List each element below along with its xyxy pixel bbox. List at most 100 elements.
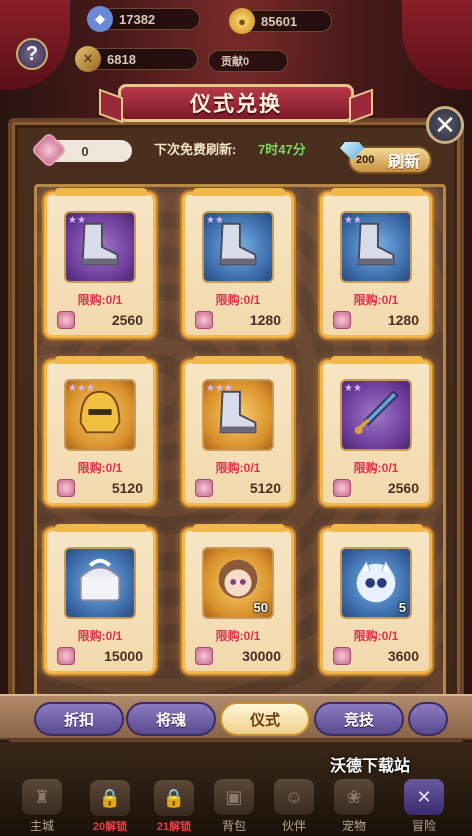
nav-locked-21-label: 21解锁 bbox=[156, 821, 192, 833]
shop-item-card[interactable]: 50 限购:0/1 30000 bbox=[182, 524, 294, 674]
refresh-button-label: 刷新 bbox=[387, 154, 420, 171]
lock-icon: 🔒 bbox=[154, 780, 194, 816]
tab-arena[interactable]: 竞技 bbox=[314, 702, 404, 736]
item-icon-frame: ★★ bbox=[340, 379, 412, 451]
item-level-badge: 5 bbox=[398, 600, 406, 615]
tab-more[interactable] bbox=[408, 702, 448, 736]
tab-discount[interactable]: 折扣 bbox=[34, 702, 124, 736]
rarity-stars: ★★ bbox=[344, 215, 362, 226]
gold-pill: ● 85601 bbox=[229, 8, 332, 34]
shop-item-card[interactable]: ★★★ 限购:0/1 5120 bbox=[182, 356, 294, 506]
rarity-stars: ★★ bbox=[344, 383, 362, 394]
price-row: 2560 bbox=[333, 479, 419, 497]
panel-title: 仪式兑换 bbox=[118, 84, 354, 122]
item-price: 30000 bbox=[242, 648, 281, 664]
purchase-limit: 限购:0/1 bbox=[77, 293, 123, 307]
price-row: 3600 bbox=[333, 647, 419, 665]
purchase-limit: 限购:0/1 bbox=[215, 293, 261, 307]
item-icon-frame: ★★ bbox=[202, 211, 274, 283]
pet-icon: ❀ bbox=[334, 779, 374, 815]
tab-ritual[interactable]: 仪式 bbox=[220, 702, 310, 736]
crossed-swords-icon: ✕ bbox=[75, 46, 101, 72]
item-price: 5120 bbox=[111, 480, 143, 496]
rarity-stars: ★★★ bbox=[206, 383, 233, 394]
shop-item-card[interactable]: ★★ 限购:0/1 1280 bbox=[320, 188, 432, 338]
resource-a-value: 17382 bbox=[119, 11, 156, 27]
castle-icon: ♜ bbox=[22, 779, 62, 815]
nav-pet-label: 宠物 bbox=[341, 819, 366, 833]
nav-adventure-label: 冒险 bbox=[411, 819, 436, 833]
purchase-limit: 限购:0/1 bbox=[77, 629, 123, 643]
nav-partner[interactable]: ☺ 伙伴 bbox=[266, 778, 322, 834]
item-icon-frame: ★★★ bbox=[64, 379, 136, 451]
contribution-value: 贡献0 bbox=[221, 56, 250, 68]
purchase-limit: 限购:0/1 bbox=[353, 293, 399, 307]
item-icon-frame bbox=[64, 547, 136, 619]
shop-item-card[interactable]: ★★ 限购:0/1 1280 bbox=[182, 188, 294, 338]
crystal-icon: ◆ bbox=[87, 6, 113, 32]
purchase-limit: 限购:0/1 bbox=[353, 461, 399, 475]
gold-coin-icon: ● bbox=[229, 8, 255, 34]
ritual-gem-icon bbox=[333, 311, 351, 329]
nav-backpack[interactable]: ▣ 背包 bbox=[206, 778, 262, 834]
shop-item-card[interactable]: 5 限购:0/1 3600 bbox=[320, 524, 432, 674]
item-price: 5120 bbox=[249, 480, 281, 496]
price-row: 5120 bbox=[195, 479, 281, 497]
nav-pet[interactable]: ❀ 宠物 bbox=[326, 778, 382, 834]
ritual-gem-icon bbox=[195, 479, 213, 497]
item-icon-frame: ★★ bbox=[340, 211, 412, 283]
close-icon: ✕ bbox=[434, 110, 456, 140]
shop-item-card[interactable]: 限购:0/1 15000 bbox=[44, 524, 156, 674]
item-price: 1280 bbox=[249, 312, 281, 328]
purchase-limit: 限购:0/1 bbox=[215, 461, 261, 475]
ritual-gem-icon bbox=[57, 479, 75, 497]
gold-value: 85601 bbox=[261, 13, 298, 29]
item-icon-frame: 5 bbox=[340, 547, 412, 619]
tab-general-soul[interactable]: 将魂 bbox=[126, 702, 216, 736]
price-row: 1280 bbox=[195, 311, 281, 329]
ritual-gem-icon bbox=[333, 647, 351, 665]
resource-pill-a: ◆ 17382 bbox=[87, 6, 200, 32]
close-button[interactable]: ✕ bbox=[426, 106, 464, 144]
item-price: 15000 bbox=[104, 648, 143, 664]
item-icon-frame: 50 bbox=[202, 547, 274, 619]
purchase-limit: 限购:0/1 bbox=[77, 461, 123, 475]
backpack-icon: ▣ bbox=[214, 779, 254, 815]
nav-locked-20[interactable]: 🔒 20解锁 bbox=[82, 778, 138, 834]
top-bar: ◆ 17382 ● 85601 ✕ 6818 贡献0 bbox=[0, 0, 472, 72]
purchase-limit: 限购:0/1 bbox=[215, 629, 261, 643]
rarity-stars: ★★ bbox=[206, 215, 224, 226]
shop-item-card[interactable]: ★★ 限购:0/1 2560 bbox=[320, 356, 432, 506]
item-price: 3600 bbox=[387, 648, 419, 664]
item-price: 1280 bbox=[387, 312, 419, 328]
rarity-stars: ★★ bbox=[68, 215, 86, 226]
nav-locked-21[interactable]: 🔒 21解锁 bbox=[146, 778, 202, 834]
help-button[interactable]: ? bbox=[16, 38, 48, 70]
item-price: 2560 bbox=[387, 480, 419, 496]
price-row: 5120 bbox=[57, 479, 143, 497]
nav-main-city-label: 主城 bbox=[29, 819, 54, 833]
price-row: 2560 bbox=[57, 311, 143, 329]
ritual-gem-icon bbox=[195, 647, 213, 665]
ritual-gem-icon bbox=[57, 311, 75, 329]
nav-adventure[interactable]: ✕ 冒险 bbox=[396, 778, 452, 834]
price-row: 1280 bbox=[333, 311, 419, 329]
power-value: 6818 bbox=[107, 51, 136, 67]
shop-item-card[interactable]: ★★★ 限购:0/1 5120 bbox=[44, 356, 156, 506]
lock-icon: 🔒 bbox=[90, 780, 130, 816]
item-level-badge: 50 bbox=[253, 600, 268, 615]
price-row: 15000 bbox=[57, 647, 143, 665]
shop-item-card[interactable]: ★★ 限购:0/1 2560 bbox=[44, 188, 156, 338]
nav-partner-label: 伙伴 bbox=[281, 819, 306, 833]
partner-icon: ☺ bbox=[274, 779, 314, 815]
price-row: 30000 bbox=[195, 647, 281, 665]
refresh-cost: 200 bbox=[356, 154, 375, 166]
refresh-countdown-timer: 7时47分 bbox=[258, 142, 306, 157]
ritual-gem-icon bbox=[195, 311, 213, 329]
nav-locked-20-label: 20解锁 bbox=[92, 821, 128, 833]
item-price: 2560 bbox=[111, 312, 143, 328]
contribution-pill: 贡献0 bbox=[208, 50, 288, 72]
item-icon-frame: ★★★ bbox=[202, 379, 274, 451]
refresh-countdown-label: 下次免费刷新: bbox=[154, 142, 237, 157]
nav-main-city[interactable]: ♜ 主城 bbox=[14, 778, 70, 834]
